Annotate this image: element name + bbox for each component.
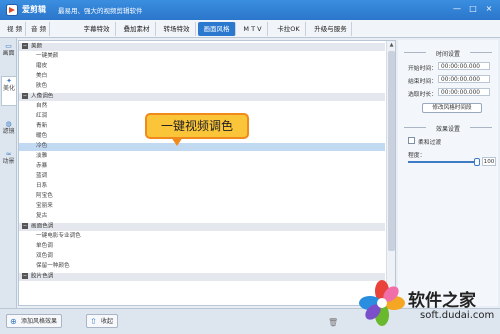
list-item[interactable]: 复古: [19, 213, 385, 221]
scroll-up-icon[interactable]: ▲: [388, 42, 395, 49]
callout-pointer: [171, 137, 183, 146]
collapse-icon[interactable]: −: [22, 273, 28, 279]
list-item[interactable]: 美白: [19, 73, 385, 81]
start-time-field[interactable]: 00:00:00.000: [438, 62, 490, 70]
category-label: 胶片色调: [31, 273, 54, 280]
site-watermark: 软件之家 soft.dudai.com: [358, 279, 500, 334]
list-item-selected[interactable]: 冷色: [19, 143, 385, 151]
vtab-picture[interactable]: ▭ 画面: [1, 42, 16, 70]
degree-value-field[interactable]: 100: [482, 157, 496, 166]
modify-time-range-button[interactable]: 修改风格时间段: [422, 103, 482, 113]
category-label: 人像调色: [31, 93, 54, 100]
list-item[interactable]: 蓝调: [19, 173, 385, 181]
list-item[interactable]: 单色调: [19, 243, 385, 251]
list-item[interactable]: 磨皮: [19, 63, 385, 71]
flower-logo-icon: [359, 280, 405, 326]
style-list: − 美颜 一键美颜 磨皮 美白 肤色 − 人像调色 自然 红润 青新 暖色 冷色 淡…: [18, 40, 396, 306]
tab-karaoke[interactable]: 卡拉OK: [272, 22, 306, 36]
list-item[interactable]: 淡雅: [19, 153, 385, 161]
vtab-motion-label: 动景: [2, 158, 15, 165]
smooth-transition-checkbox[interactable]: [408, 137, 415, 144]
close-button[interactable]: ×: [482, 3, 496, 15]
collapse-icon[interactable]: −: [22, 223, 28, 229]
tab-mtv[interactable]: M T V: [238, 22, 268, 36]
list-item[interactable]: 赤暴: [19, 163, 385, 171]
app-name: 爱剪辑: [22, 5, 46, 14]
frame-icon: ▭: [5, 42, 12, 50]
filter-icon: ◍: [5, 120, 12, 128]
tab-subtitle-effects[interactable]: 字幕特效: [78, 22, 116, 36]
collapse-label: 收起: [101, 318, 114, 325]
time-settings-title: 时间设置: [398, 49, 498, 58]
tab-picture-style[interactable]: 画面风格: [198, 22, 236, 36]
end-time-label: 结束时间：: [408, 79, 437, 85]
watermark-title: 软件之家: [408, 291, 476, 311]
degree-slider-track[interactable]: [408, 161, 476, 163]
duration-label: 选取时长：: [408, 92, 437, 98]
settings-panel: 时间设置 开始时间： 00:00:00.000 结束时间： 00:00:00.0…: [398, 40, 498, 306]
tab-overlay-material[interactable]: 叠加素材: [118, 22, 156, 36]
category-label: 画面色调: [31, 223, 54, 230]
list-item[interactable]: 日系: [19, 183, 385, 191]
window-controls: — □ ×: [450, 3, 496, 15]
start-time-label: 开始时间：: [408, 66, 437, 72]
vtab-beautify[interactable]: ✦ 美化: [1, 76, 16, 106]
add-icon: ⊕: [10, 317, 17, 326]
vtab-filter-label: 滤镜: [2, 128, 15, 135]
list-item[interactable]: 宝丽来: [19, 203, 385, 211]
tab-audio[interactable]: 音 频: [28, 22, 50, 36]
wave-icon: ≈: [5, 150, 12, 158]
smooth-transition-label: 柔和过渡: [418, 140, 442, 146]
end-time-field[interactable]: 00:00:00.000: [438, 75, 490, 83]
collapse-arrow-icon: ⇧: [90, 317, 97, 326]
vtab-picture-label: 画面: [2, 50, 15, 57]
collapse-button[interactable]: ⇧ 收起: [86, 314, 119, 328]
magic-wand-icon: ✦: [6, 77, 12, 85]
list-item[interactable]: 一键美颜: [19, 53, 385, 61]
vtab-beautify-label: 美化: [2, 85, 15, 92]
effect-settings-title: 效果设置: [398, 124, 498, 133]
list-item[interactable]: 自然: [19, 103, 385, 111]
list-item[interactable]: 阿宝色: [19, 193, 385, 201]
vtab-motion[interactable]: ≈ 动景: [1, 150, 16, 178]
collapse-icon[interactable]: −: [22, 43, 28, 49]
style-category-tabs: ▭ 画面 ✦ 美化 ◍ 滤镜 ≈ 动景: [0, 38, 17, 310]
category-row[interactable]: − 人像调色: [19, 93, 385, 101]
callout-label: 一键视频调色: [145, 113, 249, 139]
list-item[interactable]: 保留一种颜色: [19, 263, 385, 271]
app-logo-icon: [6, 4, 18, 16]
watermark-url: soft.dudai.com: [420, 310, 495, 321]
category-row[interactable]: − 美颜: [19, 43, 385, 51]
tab-video[interactable]: 视 频: [4, 22, 26, 36]
scroll-thumb[interactable]: [388, 51, 395, 251]
category-row[interactable]: − 画面色调: [19, 223, 385, 231]
app-tagline: 最易用、强大的视频剪辑软件: [58, 7, 143, 15]
duration-field[interactable]: 00:00:00.000: [438, 88, 490, 96]
list-item[interactable]: 一键电影专业调色: [19, 233, 385, 241]
category-row[interactable]: − 胶片色调: [19, 273, 385, 281]
vtab-filter[interactable]: ◍ 滤镜: [1, 120, 16, 148]
tab-transition-effects[interactable]: 转场特效: [158, 22, 196, 36]
tab-upgrade-service[interactable]: 升级与服务: [310, 22, 352, 36]
title-bar: 爱剪辑 最易用、强大的视频剪辑软件 — □ ×: [0, 0, 500, 20]
main-menu: 视 频 音 频 字幕特效 叠加素材 转场特效 画面风格 M T V 卡拉OK 升…: [0, 20, 500, 38]
category-label: 美颜: [31, 43, 43, 50]
minimize-button[interactable]: —: [450, 3, 464, 15]
list-item[interactable]: 双色调: [19, 253, 385, 261]
add-style-effect-label: 添加风格效果: [21, 318, 58, 325]
list-item[interactable]: 肤色: [19, 83, 385, 91]
add-style-effect-button[interactable]: ⊕ 添加风格效果: [6, 314, 63, 328]
degree-label: 程度：: [408, 153, 426, 159]
maximize-button[interactable]: □: [466, 3, 480, 15]
collapse-icon[interactable]: −: [22, 93, 28, 99]
trash-icon[interactable]: 🗑: [328, 317, 338, 328]
degree-slider-handle[interactable]: [474, 158, 480, 166]
list-scrollbar[interactable]: ▲ ▼: [386, 41, 395, 305]
